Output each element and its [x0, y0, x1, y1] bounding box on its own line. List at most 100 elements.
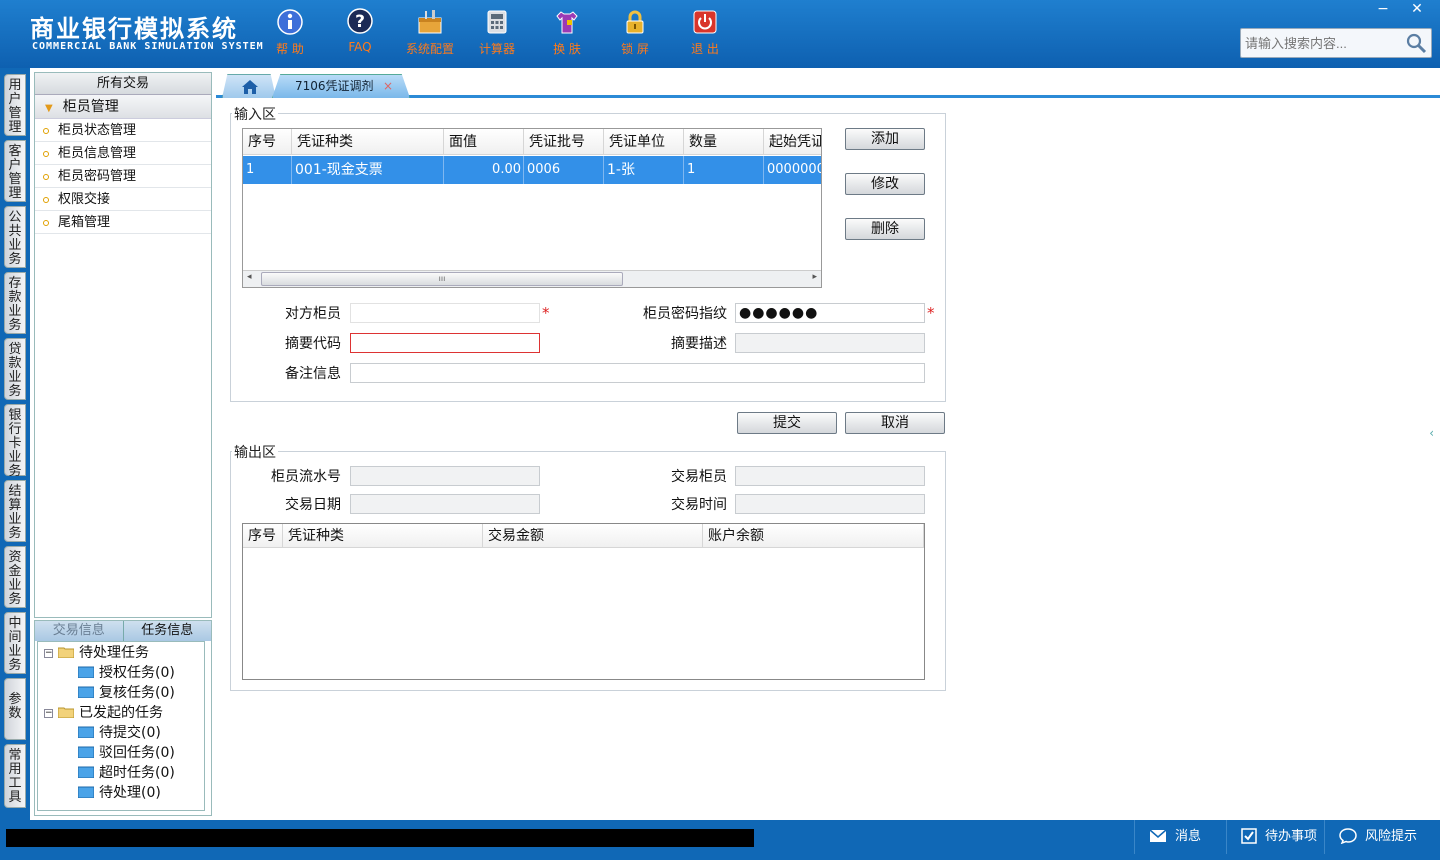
tree-node-review[interactable]: 复核任务(0) [78, 684, 175, 702]
grid-header[interactable]: 序号 [243, 129, 292, 155]
close-icon[interactable]: × [383, 75, 393, 97]
module-tab-fund[interactable]: 资金业务 [4, 546, 26, 608]
module-tab-settlement[interactable]: 结算业务 [4, 480, 26, 542]
collapse-toggle[interactable]: − [44, 709, 53, 718]
sidebar-item-label: 权限交接 [58, 192, 111, 207]
module-tab-tools[interactable]: 常用工具 [4, 744, 26, 808]
calculator-label: 计算器 [478, 42, 515, 56]
risk-alert-label: 风险提示 [1365, 829, 1418, 844]
search-icon[interactable] [1405, 32, 1427, 54]
input-area-legend: 输入区 [232, 104, 278, 124]
tree-node-initiated[interactable]: 已发起的任务 [58, 704, 163, 722]
tree-node-label: 驳回任务(0) [99, 745, 175, 761]
edit-button[interactable]: 修改 [845, 173, 925, 195]
grid-header[interactable]: 凭证批号 [524, 129, 604, 155]
sidebar-group-teller[interactable]: ▼ 柜员管理 [35, 95, 211, 119]
module-tab-public[interactable]: 公共业务 [4, 206, 26, 268]
folder-icon [78, 786, 94, 798]
sidebar-item-teller-status[interactable]: 柜员状态管理 [35, 119, 211, 142]
module-tab-params[interactable]: 参数 [4, 678, 26, 740]
trade-teller-field[interactable] [735, 466, 925, 486]
grid-header[interactable]: 交易金额 [483, 524, 703, 548]
transaction-sidebar: 所有交易 ▼ 柜员管理 柜员状态管理 柜员信息管理 柜员密码管理 权限交接 尾箱管… [34, 72, 212, 618]
output-area-legend: 输出区 [232, 442, 278, 462]
grid-header[interactable]: 账户余额 [703, 524, 924, 548]
output-grid: 序号 凭证种类 交易金额 账户余额 [242, 523, 925, 680]
close-window-button[interactable]: ✕ [1400, 0, 1434, 18]
sidebar-header[interactable]: 所有交易 [35, 73, 211, 95]
grid-header[interactable]: 凭证单位 [604, 129, 684, 155]
grid-header[interactable]: 面值 [444, 129, 524, 155]
bullet-icon [43, 219, 49, 226]
sidebar-group-label: 柜员管理 [62, 99, 119, 115]
submit-button[interactable]: 提交 [737, 412, 837, 434]
tab-voucher-adjust[interactable]: 7106凭证调剂 × [272, 74, 410, 98]
remark-field[interactable] [350, 363, 925, 383]
sidebar-item-permission-handover[interactable]: 权限交接 [35, 188, 211, 211]
sidebar-item-teller-info[interactable]: 柜员信息管理 [35, 142, 211, 165]
grid-header[interactable]: 数量 [684, 129, 764, 155]
scroll-right-icon[interactable]: ▸ [812, 272, 817, 282]
sidebar-item-tail-box[interactable]: 尾箱管理 [35, 211, 211, 234]
expand-panel-icon[interactable]: ‹ [1429, 426, 1434, 440]
tree-node-pending[interactable]: 待处理任务 [58, 644, 149, 662]
collapse-toggle[interactable]: − [44, 649, 53, 658]
info-icon [277, 9, 303, 35]
status-bar: 消息 待办事项 风险提示 [0, 820, 1440, 860]
folder-icon [78, 726, 94, 738]
faq-button[interactable]: ? FAQ [330, 8, 390, 54]
sidebar-item-teller-password[interactable]: 柜员密码管理 [35, 165, 211, 188]
teller-serial-label: 柜员流水号 [271, 469, 341, 485]
trade-date-label: 交易日期 [285, 497, 341, 513]
tab-task-info[interactable]: 任务信息 [122, 621, 212, 641]
module-tab-intermediary[interactable]: 中间业务 [4, 612, 26, 674]
delete-button[interactable]: 删除 [845, 218, 925, 240]
messages-button[interactable]: 消息 [1134, 820, 1226, 854]
tree-node-label: 复核任务(0) [99, 685, 175, 701]
tab-trade-info[interactable]: 交易信息 [35, 621, 123, 641]
module-tab-card[interactable]: 银行卡业务 [4, 404, 26, 479]
trade-time-field[interactable] [735, 494, 925, 514]
risk-alert-button[interactable]: 风险提示 [1324, 820, 1434, 854]
mail-icon [1149, 829, 1167, 842]
counterpart-teller-field[interactable] [350, 303, 540, 323]
search-input[interactable] [1241, 29, 1401, 57]
scroll-left-icon[interactable]: ◂ [247, 272, 252, 282]
grid-header[interactable]: 序号 [243, 524, 283, 548]
cancel-button[interactable]: 取消 [845, 412, 945, 434]
lock-screen-button[interactable]: 锁 屏 [605, 8, 665, 57]
module-tab-deposit[interactable]: 存款业务 [4, 272, 26, 334]
scroll-thumb[interactable]: ııı [261, 272, 623, 286]
tree-node-label: 待处理任务 [79, 645, 149, 661]
help-button[interactable]: 帮 助 [260, 8, 320, 57]
todo-button[interactable]: 待办事项 [1226, 820, 1324, 854]
grid-header[interactable]: 起始凭证 [764, 129, 821, 155]
module-tab-user[interactable]: 用户管理 [4, 74, 26, 136]
system-config-button[interactable]: 系统配置 [400, 8, 460, 57]
tree-node-timeout[interactable]: 超时任务(0) [78, 764, 175, 782]
add-button[interactable]: 添加 [845, 128, 925, 150]
tree-node-rejected[interactable]: 驳回任务(0) [78, 744, 175, 762]
minimize-button[interactable]: − [1366, 0, 1400, 18]
module-tab-loan[interactable]: 贷款业务 [4, 338, 26, 400]
teller-serial-field[interactable] [350, 466, 540, 486]
change-skin-button[interactable]: 换 肤 [537, 8, 597, 57]
tree-node-authorize[interactable]: 授权任务(0) [78, 664, 175, 682]
trade-date-field[interactable] [350, 494, 540, 514]
summary-desc-field[interactable] [735, 333, 925, 353]
summary-code-field[interactable] [350, 333, 540, 353]
tree-node-to-process[interactable]: 待处理(0) [78, 784, 161, 802]
tree-node-to-submit[interactable]: 待提交(0) [78, 724, 161, 742]
task-tabs: 交易信息 任务信息 [35, 621, 211, 641]
horizontal-scrollbar[interactable]: ◂ ııı ▸ [243, 270, 821, 287]
exit-button[interactable]: 退 出 [675, 8, 735, 57]
grid-header[interactable]: 凭证种类 [283, 524, 483, 548]
teller-password-field[interactable]: ●●●●●● [735, 303, 925, 323]
tab-home[interactable] [222, 74, 276, 98]
grid-header[interactable]: 凭证种类 [292, 129, 444, 155]
calculator-button[interactable]: 计算器 [467, 8, 527, 57]
svg-text:?: ? [355, 12, 365, 32]
folder-icon [78, 766, 94, 778]
grid-cell: 0.00 [444, 156, 524, 184]
module-tab-customer[interactable]: 客户管理 [4, 140, 26, 202]
